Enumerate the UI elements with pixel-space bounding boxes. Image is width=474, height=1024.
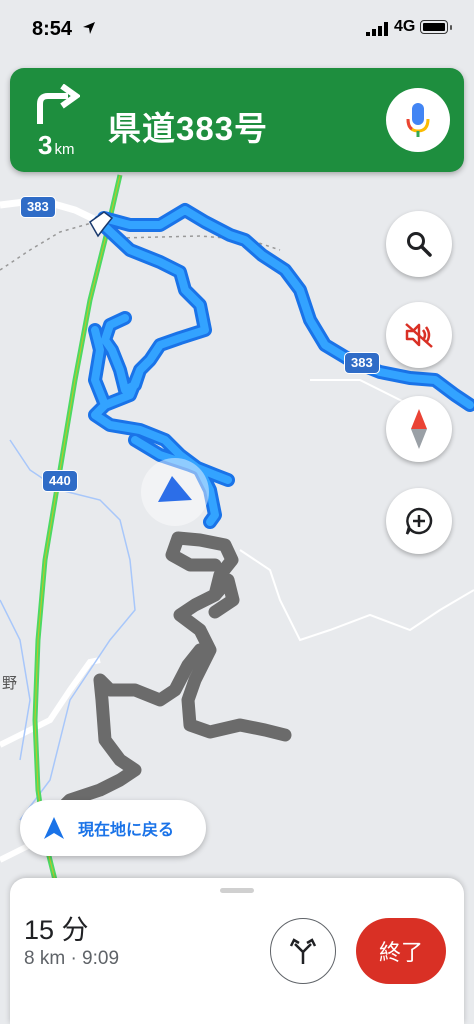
location-services-icon xyxy=(83,22,95,34)
sheet-drag-handle[interactable] xyxy=(220,888,254,893)
search-along-route-button[interactable] xyxy=(386,211,452,277)
compass-button[interactable] xyxy=(386,396,452,462)
voice-search-button[interactable] xyxy=(386,88,450,152)
sound-muted-icon xyxy=(405,323,433,348)
battery-icon xyxy=(420,20,452,34)
route-split-icon xyxy=(289,938,317,964)
turn-distance-unit: km xyxy=(54,141,75,158)
turn-right-icon xyxy=(37,84,80,124)
microphone-icon xyxy=(406,103,430,137)
status-bar: 8:54 4G xyxy=(0,0,474,60)
alternate-routes-button[interactable] xyxy=(270,918,336,984)
trip-summary-sheet[interactable]: 15 分 8 km · 9:09 終了 xyxy=(10,878,464,1024)
network-type: 4G xyxy=(394,18,416,35)
route-shield: 383 xyxy=(344,352,380,374)
place-label: 野 xyxy=(2,675,18,692)
road-name: 県道383号 xyxy=(108,110,269,147)
cellular-signal-icon xyxy=(366,22,388,36)
route-shield: 440 xyxy=(42,470,78,492)
add-comment-icon xyxy=(405,507,433,535)
turn-distance-value: 3 xyxy=(38,130,53,160)
route-shield: 383 xyxy=(20,196,56,218)
recenter-label: 現在地に戻る xyxy=(78,822,175,839)
navigation-banner[interactable]: 3 km 県道383号 xyxy=(10,68,464,172)
navigation-arrow-icon xyxy=(44,817,64,839)
end-navigation-button[interactable]: 終了 xyxy=(356,918,446,984)
status-time: 8:54 xyxy=(32,18,73,40)
compass-icon xyxy=(411,409,427,449)
trip-duration: 15 分 xyxy=(24,915,89,945)
trip-details: 8 km · 9:09 xyxy=(24,948,120,969)
add-report-button[interactable] xyxy=(386,488,452,554)
mute-button[interactable] xyxy=(386,302,452,368)
recenter-button[interactable]: 現在地に戻る xyxy=(20,800,206,856)
search-icon xyxy=(407,232,432,257)
turn-distance: 3 km xyxy=(38,130,74,161)
